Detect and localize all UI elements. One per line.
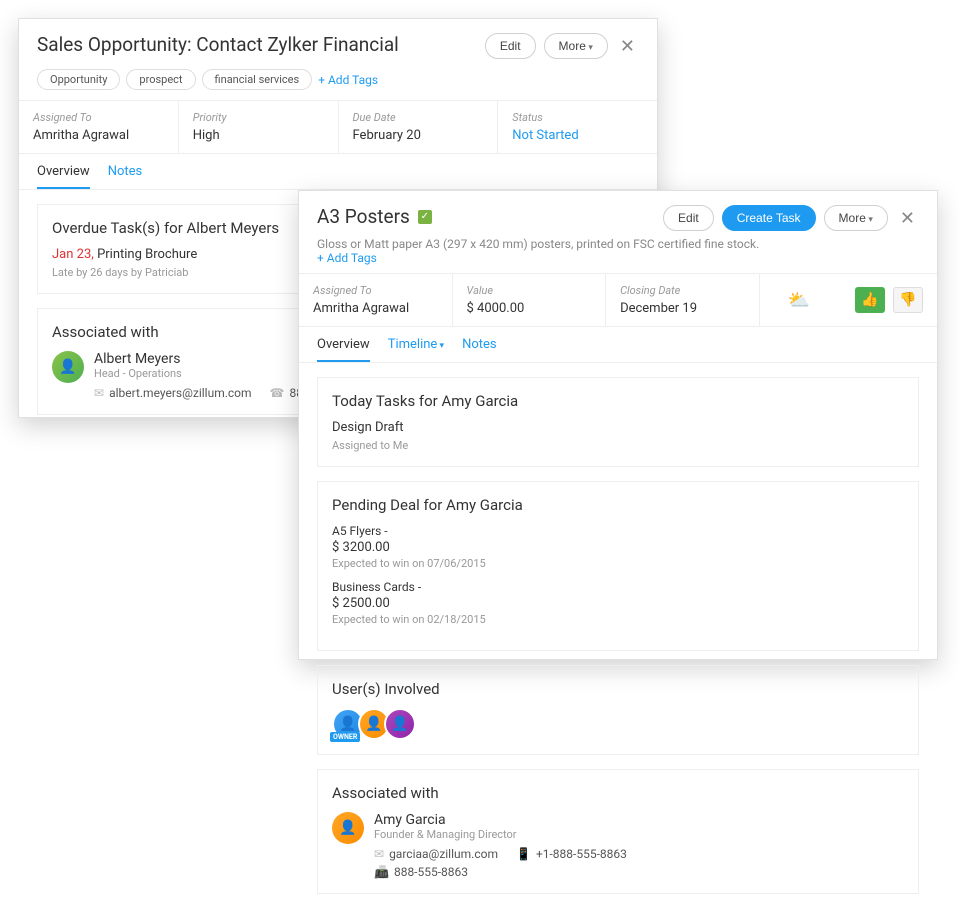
create-task-button[interactable]: Create Task bbox=[722, 205, 816, 231]
thumbs-up-button[interactable]: 👍 bbox=[855, 287, 885, 313]
overdue-date: Jan 23, bbox=[52, 247, 94, 262]
tab-overview[interactable]: Overview bbox=[317, 327, 370, 362]
associated-heading: Associated with bbox=[332, 784, 904, 802]
tag[interactable]: Opportunity bbox=[37, 69, 120, 90]
today-heading: Today Tasks for Amy Garcia bbox=[332, 392, 904, 410]
phone-icon: ☎ bbox=[270, 386, 285, 400]
due-label: Due Date bbox=[353, 111, 484, 124]
contact-fax[interactable]: 888-555-8863 bbox=[394, 865, 468, 879]
more-button[interactable]: More bbox=[544, 33, 608, 59]
tags-row: Opportunity prospect financial services … bbox=[19, 59, 657, 100]
priority-label: Priority bbox=[193, 111, 324, 124]
assigned-value: Amritha Agrawal bbox=[33, 128, 164, 143]
more-button[interactable]: More bbox=[824, 205, 888, 231]
tag[interactable]: prospect bbox=[126, 69, 195, 90]
posters-title: A3 Posters bbox=[317, 205, 410, 228]
meta-row: Assigned To Amritha Agrawal Priority Hig… bbox=[19, 100, 657, 154]
user-avatar[interactable]: 👤 bbox=[384, 708, 416, 740]
associated-panel: Associated with 👤 Amy Garcia Founder & M… bbox=[317, 769, 919, 894]
contact-email[interactable]: albert.meyers@zillum.com bbox=[109, 386, 251, 400]
today-task: Design Draft bbox=[332, 420, 904, 435]
edit-button[interactable]: Edit bbox=[485, 33, 536, 59]
opportunity-title: Sales Opportunity: Contact Zylker Financ… bbox=[37, 33, 485, 56]
today-tasks-panel: Today Tasks for Amy Garcia Design Draft … bbox=[317, 377, 919, 467]
thumbs-down-button[interactable]: 👎 bbox=[893, 287, 923, 313]
add-tags-link[interactable]: + Add Tags bbox=[318, 73, 378, 87]
tab-notes[interactable]: Notes bbox=[108, 154, 143, 189]
pending-deal-panel: Pending Deal for Amy Garcia A5 Flyers - … bbox=[317, 481, 919, 651]
tab-overview[interactable]: Overview bbox=[37, 154, 90, 189]
users-heading: User(s) Involved bbox=[332, 680, 904, 698]
deal-name: Business Cards - bbox=[332, 580, 904, 594]
overdue-task: Printing Brochure bbox=[97, 247, 197, 262]
contact-name[interactable]: Amy Garcia bbox=[374, 812, 627, 828]
deal-amount: $ 3200.00 bbox=[332, 540, 904, 555]
priority-value: High bbox=[193, 128, 324, 143]
tab-timeline[interactable]: Timeline bbox=[388, 327, 444, 362]
owner-badge: OWNER bbox=[330, 732, 360, 742]
mobile-icon: 📱 bbox=[516, 847, 531, 861]
contact-email[interactable]: garciaa@zillum.com bbox=[389, 847, 498, 861]
contact-role: Founder & Managing Director bbox=[374, 828, 627, 841]
verified-icon: ✓ bbox=[418, 210, 432, 224]
due-value: February 20 bbox=[353, 128, 484, 143]
deal-expected: Expected to win on 07/06/2015 bbox=[332, 557, 904, 570]
value-value: $ 4000.00 bbox=[467, 301, 592, 316]
close-icon[interactable]: ✕ bbox=[616, 36, 639, 57]
weather-icon: ⛅ bbox=[788, 290, 810, 311]
close-icon[interactable]: ✕ bbox=[896, 208, 919, 229]
avatar: 👤 bbox=[52, 351, 84, 383]
fax-icon: 📠 bbox=[374, 865, 389, 879]
status-value[interactable]: Not Started bbox=[512, 128, 643, 143]
assigned-label: Assigned To bbox=[313, 284, 438, 297]
closing-label: Closing Date bbox=[620, 284, 745, 297]
mail-icon: ✉ bbox=[94, 386, 104, 400]
assigned-value: Amritha Agrawal bbox=[313, 301, 438, 316]
pending-heading: Pending Deal for Amy Garcia bbox=[332, 496, 904, 514]
status-label: Status bbox=[512, 111, 643, 124]
tag[interactable]: financial services bbox=[202, 69, 313, 90]
deal-amount: $ 2500.00 bbox=[332, 596, 904, 611]
posters-desc: Gloss or Matt paper A3 (297 x 420 mm) po… bbox=[299, 231, 937, 251]
tab-notes[interactable]: Notes bbox=[462, 327, 497, 362]
avatar: 👤 bbox=[332, 812, 364, 844]
today-assigned: Assigned to Me bbox=[332, 439, 904, 452]
mail-icon: ✉ bbox=[374, 847, 384, 861]
value-label: Value bbox=[467, 284, 592, 297]
closing-value: December 19 bbox=[620, 301, 745, 316]
posters-card: A3 Posters ✓ Edit Create Task More ✕ Glo… bbox=[298, 190, 938, 660]
add-tags-link[interactable]: + Add Tags bbox=[299, 251, 395, 273]
deal-expected: Expected to win on 02/18/2015 bbox=[332, 613, 904, 626]
users-involved-panel: User(s) Involved 👤OWNER 👤 👤 bbox=[317, 665, 919, 755]
contact-phone[interactable]: +1-888-555-8863 bbox=[536, 847, 627, 861]
edit-button[interactable]: Edit bbox=[663, 205, 714, 231]
deal-name: A5 Flyers - bbox=[332, 524, 904, 538]
assigned-label: Assigned To bbox=[33, 111, 164, 124]
